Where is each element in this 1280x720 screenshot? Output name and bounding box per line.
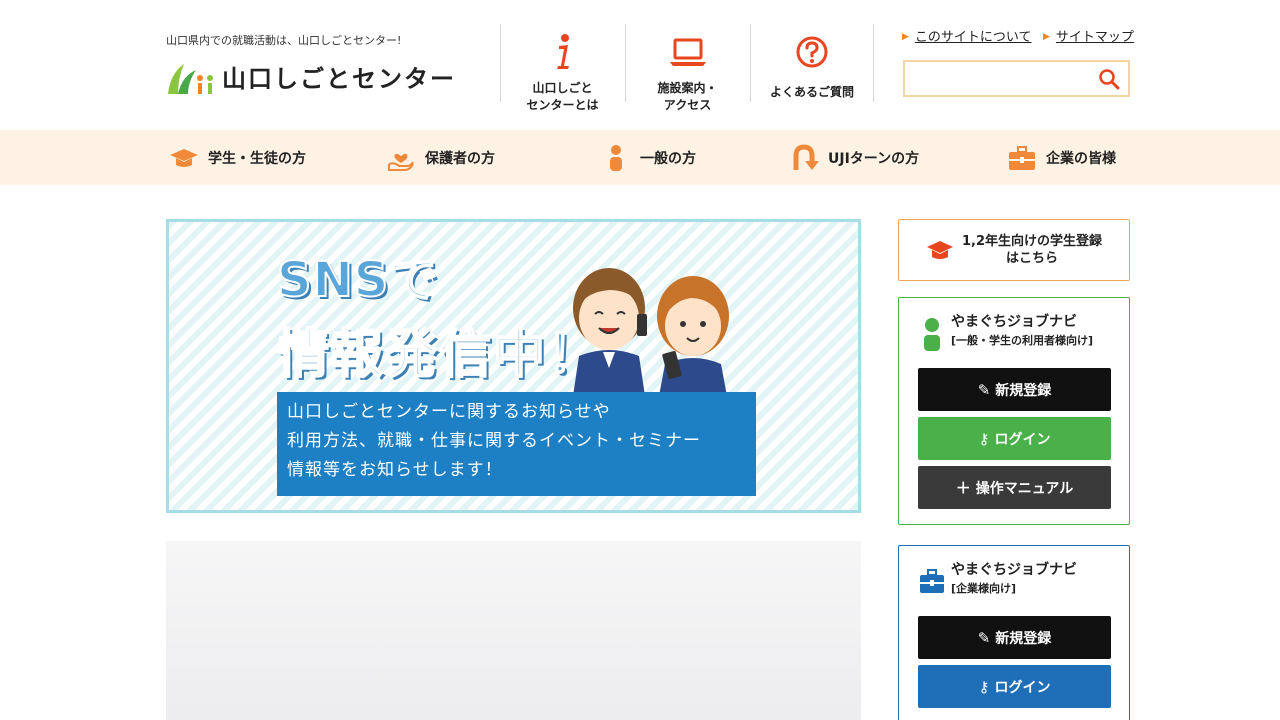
jobnavi-user-panel: やまぐちジョブナビ [一般・学生の利用者様向け] ✎ 新規登録 ⚷ ログイン ＋… — [898, 297, 1130, 525]
u-turn-arrow-icon — [793, 143, 819, 170]
link-about-site-label: このサイトについて — [914, 30, 1032, 45]
key-icon: ⚷ — [978, 677, 990, 696]
category-guardians[interactable]: 保護者の方 — [385, 130, 495, 185]
banner-heading-sns: SNSで — [276, 251, 439, 309]
search-input[interactable] — [905, 62, 1095, 95]
banner-line: 情報等をお知らせします！ — [287, 460, 503, 480]
user-login-button[interactable]: ⚷ ログイン — [918, 417, 1111, 460]
jobnavi-company-header: やまぐちジョブナビ [企業様向け] — [919, 560, 1077, 600]
header-nav-access-label: 施設案内・ アクセス — [657, 81, 718, 112]
key-icon: ⚷ — [978, 429, 990, 448]
jobnavi-company-title: やまぐちジョブナビ — [951, 562, 1077, 578]
header-nav-faq-label: よくあるご質問 — [769, 85, 854, 99]
header-nav-about[interactable]: 山口しごと センターとは — [500, 24, 624, 112]
company-login-label: ログイン — [994, 679, 1051, 696]
banner-description: 山口しごとセンターに関するお知らせや 利用方法、就職・仕事に関するイベント・セミ… — [277, 392, 756, 496]
search-icon[interactable] — [1098, 68, 1120, 90]
header-nav-access[interactable]: 施設案内・ アクセス — [625, 24, 749, 112]
two-people-smartphone-illustration — [573, 268, 729, 396]
pencil-icon: ✎ — [977, 380, 991, 399]
sns-banner[interactable]: SNSで 情報発信中！ 山口しごとセンターに関するお知らせや 利用方法、就職・仕… — [166, 219, 861, 513]
banner-line: 山口しごとセンターに関するお知らせや — [287, 402, 611, 422]
graduation-cap-icon — [170, 148, 198, 167]
site-logo[interactable]: 山口しごとセンター — [166, 56, 456, 96]
category-uji-turn-label: UJIターンの方 — [828, 150, 920, 167]
category-companies[interactable]: 企業の皆様 — [1006, 130, 1116, 185]
category-general[interactable]: 一般の方 — [600, 130, 696, 185]
jobnavi-user-header: やまぐちジョブナビ [一般・学生の利用者様向け] — [919, 312, 1093, 352]
category-students-label: 学生・生徒の方 — [208, 150, 306, 167]
pencil-icon: ✎ — [977, 628, 991, 647]
info-icon — [556, 34, 569, 69]
logo-text: 山口しごとセンター — [222, 64, 456, 93]
jobnavi-user-title: やまぐちジョブナビ — [951, 314, 1077, 330]
header-nav-faq[interactable]: よくあるご質問 — [750, 24, 874, 102]
graduation-cap-icon — [926, 241, 953, 259]
briefcase-icon — [920, 569, 944, 593]
category-nav: 学生・生徒の方 保護者の方 一般の方 UJIターンの方 企業の皆様 — [0, 130, 1280, 185]
site-header: 山口県内での就職活動は、山口しごとセンター! 山口しごとセンター 山口しごと セ… — [0, 0, 1280, 128]
laptop-icon — [669, 38, 706, 66]
person-icon — [610, 144, 622, 171]
triangle-right-icon: ▶ — [902, 32, 909, 42]
logo-mark-icon — [168, 64, 213, 94]
banner-line: 利用方法、就職・仕事に関するイベント・セミナー — [287, 431, 701, 451]
question-icon — [796, 36, 828, 68]
category-guardians-label: 保護者の方 — [425, 150, 495, 167]
category-companies-label: 企業の皆様 — [1046, 150, 1116, 167]
user-manual-label: 操作マニュアル — [975, 480, 1074, 497]
link-about-site[interactable]: ▶ このサイトについて — [902, 26, 1032, 45]
student-register-label: 1,2年生向けの学生登録 はこちら — [961, 234, 1103, 266]
jobnavi-company-subtitle: [企業様向け] — [951, 582, 1017, 595]
company-new-register-button[interactable]: ✎ 新規登録 — [918, 616, 1111, 659]
jobnavi-user-subtitle: [一般・学生の利用者様向け] — [951, 334, 1094, 347]
user-new-register-button[interactable]: ✎ 新規登録 — [918, 368, 1111, 411]
user-login-label: ログイン — [994, 431, 1051, 448]
briefcase-icon — [1009, 145, 1035, 170]
student-register-button[interactable]: 1,2年生向けの学生登録 はこちら — [898, 219, 1130, 281]
category-students[interactable]: 学生・生徒の方 — [168, 130, 306, 185]
link-sitemap[interactable]: ▶ サイトマップ — [1043, 26, 1134, 45]
video-placeholder[interactable] — [166, 541, 861, 720]
site-tagline: 山口県内での就職活動は、山口しごとセンター! — [166, 34, 402, 47]
header-nav-about-label: 山口しごと センターとは — [526, 81, 599, 112]
category-uji-turn[interactable]: UJIターンの方 — [788, 130, 919, 185]
plus-icon: ＋ — [955, 479, 971, 497]
search-box — [903, 60, 1130, 97]
company-new-register-label: 新規登録 — [995, 630, 1052, 647]
person-icon — [924, 318, 940, 351]
user-manual-button[interactable]: ＋ 操作マニュアル — [918, 466, 1111, 509]
category-general-label: 一般の方 — [640, 150, 696, 167]
triangle-right-icon: ▶ — [1043, 32, 1050, 42]
heart-hand-icon — [388, 153, 414, 171]
user-new-register-label: 新規登録 — [995, 382, 1052, 399]
banner-heading-main: 情報発信中！ — [276, 324, 602, 386]
link-sitemap-label: サイトマップ — [1055, 30, 1134, 45]
jobnavi-company-panel: やまぐちジョブナビ [企業様向け] ✎ 新規登録 ⚷ ログイン — [898, 545, 1130, 720]
company-login-button[interactable]: ⚷ ログイン — [918, 665, 1111, 708]
